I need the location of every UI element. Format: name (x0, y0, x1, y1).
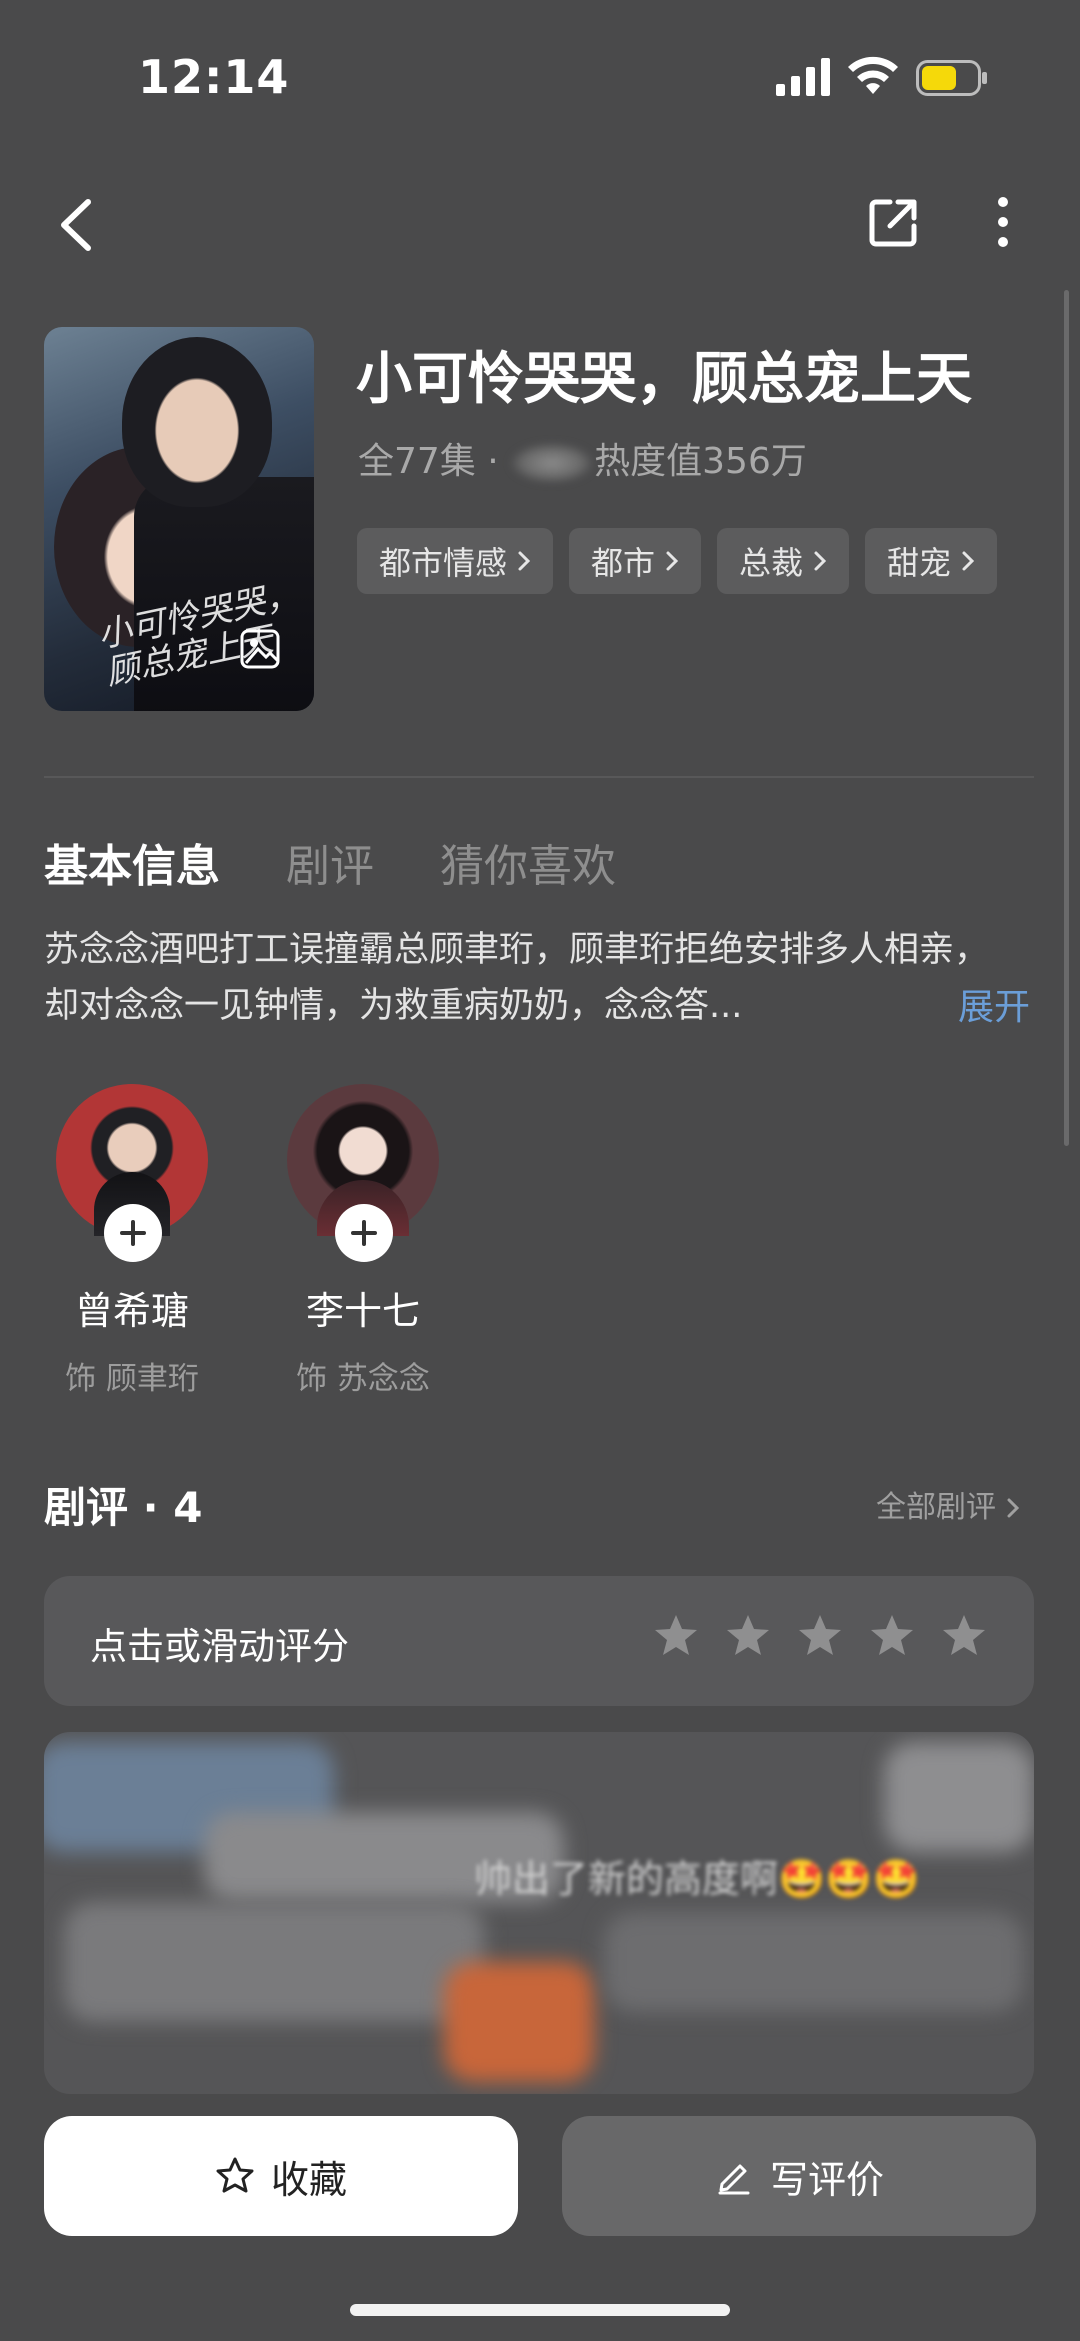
tab-recommendations[interactable]: 猜你喜欢 (440, 830, 616, 894)
drama-cover-image[interactable]: 小可怜哭哭，顾总宠上天 (44, 327, 314, 711)
plus-icon (120, 1220, 146, 1246)
star-icon[interactable] (796, 1612, 844, 1660)
redaction-smear (444, 1962, 594, 2082)
chevron-right-icon (1007, 1498, 1019, 1518)
redaction-smear (64, 1902, 484, 2022)
follow-actor-button[interactable] (335, 1204, 393, 1262)
review-preview-card[interactable]: 帅出了新的高度啊🤩🤩🤩 (44, 1732, 1034, 2094)
actor-role: 饰 顾聿珩 (65, 1361, 199, 1397)
chevron-right-icon (666, 551, 679, 571)
favorite-button[interactable]: 收藏 (44, 2116, 518, 2236)
episode-count: 全77集 · (358, 441, 511, 482)
blurred-region (510, 443, 595, 483)
drama-title: 小可怜哭哭，顾总宠上天 (356, 347, 972, 412)
detail-tabs: 基本信息 剧评 猜你喜欢 (44, 830, 616, 894)
scrollbar[interactable] (1064, 290, 1069, 1146)
section-divider (44, 776, 1034, 778)
expand-synopsis-link[interactable]: 展开 (958, 978, 1030, 1030)
star-icon[interactable] (940, 1612, 988, 1660)
heat-value: 热度值356万 (594, 441, 807, 482)
cellular-signal-icon (776, 58, 830, 96)
avatar[interactable] (287, 1084, 439, 1262)
redaction-smear (884, 1742, 1034, 1852)
cast-card[interactable]: 李十七 饰 苏念念 (268, 1084, 458, 1398)
synopsis-text: 苏念念酒吧打工误撞霸总顾聿珩，顾聿珩拒绝安排多人相亲，却对念念一见钟情，为救重病… (44, 930, 990, 1026)
star-icon[interactable] (868, 1612, 916, 1660)
status-time: 12:14 (138, 50, 290, 104)
tab-reviews[interactable]: 剧评 (286, 830, 374, 894)
rating-prompt: 点击或滑动评分 (90, 1625, 349, 1668)
tab-basic-info[interactable]: 基本信息 (44, 830, 220, 894)
chevron-right-icon (962, 551, 975, 571)
battery-icon (916, 60, 987, 96)
all-reviews-link[interactable]: 全部剧评 (876, 1482, 1020, 1526)
avatar[interactable] (56, 1084, 208, 1262)
tag-urban[interactable]: 都市 (569, 528, 702, 594)
wifi-icon (848, 56, 898, 94)
pencil-icon (718, 2164, 750, 2195)
star-icon[interactable] (652, 1612, 700, 1660)
chevron-right-icon (814, 551, 827, 571)
drama-meta: 全77集 · 热度值356万 (358, 432, 807, 484)
plus-icon (351, 1220, 377, 1246)
redaction-smear (604, 1912, 1024, 2012)
star-outline-icon (216, 2157, 254, 2193)
star-icon[interactable] (724, 1612, 772, 1660)
cast-card[interactable]: 曾希瑭 饰 顾聿珩 (37, 1084, 227, 1398)
actor-name: 曾希瑭 (74, 1289, 189, 1333)
tag-urban-romance[interactable]: 都市情感 (357, 528, 554, 594)
home-indicator[interactable] (350, 2304, 730, 2316)
tag-ceo[interactable]: 总裁 (717, 528, 850, 594)
share-button[interactable] (866, 194, 922, 250)
chevron-right-icon (518, 551, 531, 571)
actor-name: 李十七 (305, 1289, 420, 1333)
tag-sweet-romance[interactable]: 甜宠 (865, 528, 998, 594)
write-review-button[interactable]: 写评价 (562, 2116, 1036, 2236)
actor-role: 饰 苏念念 (296, 1361, 430, 1397)
more-options-button[interactable] (990, 194, 1016, 250)
star-rating[interactable] (652, 1612, 988, 1660)
back-button[interactable] (52, 196, 104, 254)
image-gallery-icon (240, 629, 280, 669)
reviews-section-title: 剧评 · 4 (44, 1483, 203, 1532)
follow-actor-button[interactable] (104, 1204, 162, 1262)
genre-tags: 都市情感 都市 总裁 甜宠 (357, 528, 998, 594)
review-text: 帅出了新的高度啊🤩🤩🤩 (474, 1857, 920, 1901)
